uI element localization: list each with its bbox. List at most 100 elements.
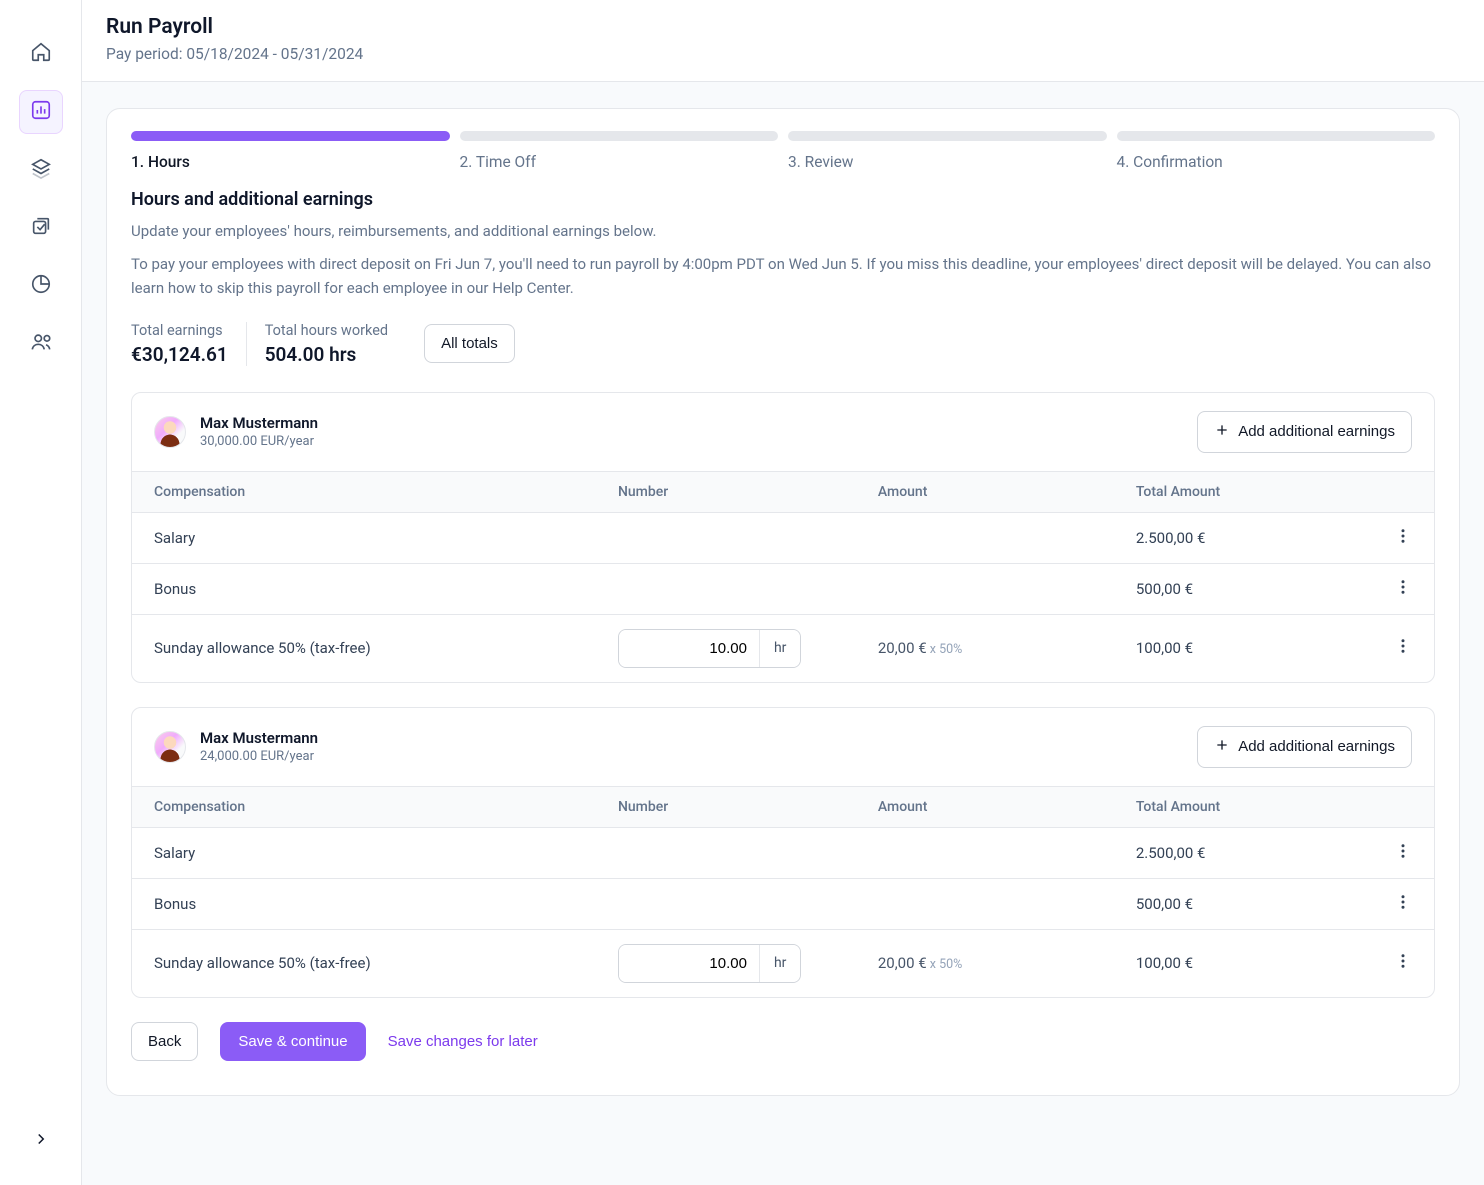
nav-documents[interactable] <box>19 206 63 250</box>
employee-card: Max Mustermann 30,000.00 EUR/year Add ad… <box>131 392 1435 683</box>
page-title: Run Payroll <box>106 15 1460 39</box>
employee-compensation-table: Compensation Number Amount Total Amount … <box>132 786 1434 997</box>
row-actions-button[interactable] <box>1372 614 1434 682</box>
row-total: 500,00 € <box>1114 563 1372 614</box>
document-stack-icon <box>30 215 52 241</box>
employee-name: Max Mustermann <box>200 414 318 432</box>
employee-salary: 24,000.00 EUR/year <box>200 749 318 764</box>
section-title: Hours and additional earnings <box>131 189 1435 210</box>
plus-icon <box>1214 422 1230 442</box>
nav-home[interactable] <box>19 32 63 76</box>
row-total: 2.500,00 € <box>1114 827 1372 878</box>
add-additional-earnings-button[interactable]: Add additional earnings <box>1197 726 1412 768</box>
totals-row: Total earnings €30,124.61 Total hours wo… <box>131 322 1435 366</box>
nav-reports[interactable] <box>19 264 63 308</box>
more-vertical-icon <box>1394 897 1412 915</box>
row-amount-suffix: x 50% <box>927 642 963 657</box>
total-earnings-block: Total earnings €30,124.61 <box>131 322 247 366</box>
table-row: Sunday allowance 50% (tax-free) hr 20,00… <box>132 614 1434 682</box>
step-bar <box>131 131 450 141</box>
page-subtitle: Pay period: 05/18/2024 - 05/31/2024 <box>106 45 1460 63</box>
save-continue-button[interactable]: Save & continue <box>220 1022 365 1061</box>
row-total: 2.500,00 € <box>1114 512 1372 563</box>
row-amount: 20,00 € <box>878 954 927 972</box>
step-label: 1. Hours <box>131 153 450 171</box>
compensation-label: Bonus <box>132 878 596 929</box>
more-vertical-icon <box>1394 956 1412 974</box>
pie-chart-icon <box>30 273 52 299</box>
col-number: Number <box>596 786 856 827</box>
table-row: Salary 2.500,00 € <box>132 827 1434 878</box>
row-total: 100,00 € <box>1114 614 1372 682</box>
col-total: Total Amount <box>1114 471 1372 512</box>
employee-salary: 30,000.00 EUR/year <box>200 434 318 449</box>
col-compensation: Compensation <box>132 471 596 512</box>
step-label: 4. Confirmation <box>1117 153 1436 171</box>
number-unit: hr <box>759 945 800 982</box>
compensation-label: Sunday allowance 50% (tax-free) <box>132 614 596 682</box>
step-time-off[interactable]: 2. Time Off <box>460 131 779 171</box>
compensation-label: Sunday allowance 50% (tax-free) <box>132 929 596 997</box>
nav-payroll[interactable] <box>19 90 63 134</box>
step-bar <box>460 131 779 141</box>
page-header: Run Payroll Pay period: 05/18/2024 - 05/… <box>82 0 1484 82</box>
row-actions-button[interactable] <box>1372 563 1434 614</box>
add-earnings-label: Add additional earnings <box>1238 738 1395 755</box>
step-label: 3. Review <box>788 153 1107 171</box>
total-hours-label: Total hours worked <box>265 322 388 339</box>
table-row: Sunday allowance 50% (tax-free) hr 20,00… <box>132 929 1434 997</box>
add-additional-earnings-button[interactable]: Add additional earnings <box>1197 411 1412 453</box>
people-icon <box>30 331 52 357</box>
chevron-right-icon <box>32 1130 50 1152</box>
compensation-label: Bonus <box>132 563 596 614</box>
number-input[interactable] <box>619 630 759 667</box>
nav-people[interactable] <box>19 322 63 366</box>
home-icon <box>30 41 52 67</box>
compensation-label: Salary <box>132 512 596 563</box>
col-compensation: Compensation <box>132 786 596 827</box>
total-earnings-value: €30,124.61 <box>131 343 228 366</box>
row-actions-button[interactable] <box>1372 827 1434 878</box>
progress-steps: 1. Hours 2. Time Off 3. Review 4. Confir… <box>131 131 1435 171</box>
row-actions-button[interactable] <box>1372 878 1434 929</box>
row-actions-button[interactable] <box>1372 929 1434 997</box>
save-for-later-button[interactable]: Save changes for later <box>388 1033 538 1050</box>
section-desc-1: Update your employees' hours, reimbursem… <box>131 220 1435 243</box>
more-vertical-icon <box>1394 531 1412 549</box>
more-vertical-icon <box>1394 846 1412 864</box>
layers-icon <box>30 157 52 183</box>
all-totals-button[interactable]: All totals <box>424 324 515 363</box>
total-hours-value: 504.00 hrs <box>265 343 388 366</box>
row-total: 100,00 € <box>1114 929 1372 997</box>
number-unit: hr <box>759 630 800 667</box>
sidebar-expand-button[interactable] <box>19 1119 63 1163</box>
step-confirmation[interactable]: 4. Confirmation <box>1117 131 1436 171</box>
employee-card: Max Mustermann 24,000.00 EUR/year Add ad… <box>131 707 1435 998</box>
step-hours[interactable]: 1. Hours <box>131 131 450 171</box>
sidebar <box>0 0 82 1185</box>
table-row: Bonus 500,00 € <box>132 563 1434 614</box>
more-vertical-icon <box>1394 641 1412 659</box>
number-input[interactable] <box>619 945 759 982</box>
row-total: 500,00 € <box>1114 878 1372 929</box>
row-actions-button[interactable] <box>1372 512 1434 563</box>
row-amount-suffix: x 50% <box>927 957 963 972</box>
back-button[interactable]: Back <box>131 1022 198 1061</box>
plus-icon <box>1214 737 1230 757</box>
compensation-label: Salary <box>132 827 596 878</box>
nav-layers[interactable] <box>19 148 63 192</box>
payroll-card: 1. Hours 2. Time Off 3. Review 4. Confir… <box>106 108 1460 1096</box>
table-row: Salary 2.500,00 € <box>132 512 1434 563</box>
section-desc-2: To pay your employees with direct deposi… <box>131 253 1435 300</box>
row-amount: 20,00 € <box>878 639 927 657</box>
avatar <box>154 416 186 448</box>
step-review[interactable]: 3. Review <box>788 131 1107 171</box>
step-bar <box>1117 131 1436 141</box>
step-bar <box>788 131 1107 141</box>
total-earnings-label: Total earnings <box>131 322 228 339</box>
col-number: Number <box>596 471 856 512</box>
add-earnings-label: Add additional earnings <box>1238 423 1395 440</box>
col-amount: Amount <box>856 786 1114 827</box>
col-total: Total Amount <box>1114 786 1372 827</box>
avatar <box>154 731 186 763</box>
